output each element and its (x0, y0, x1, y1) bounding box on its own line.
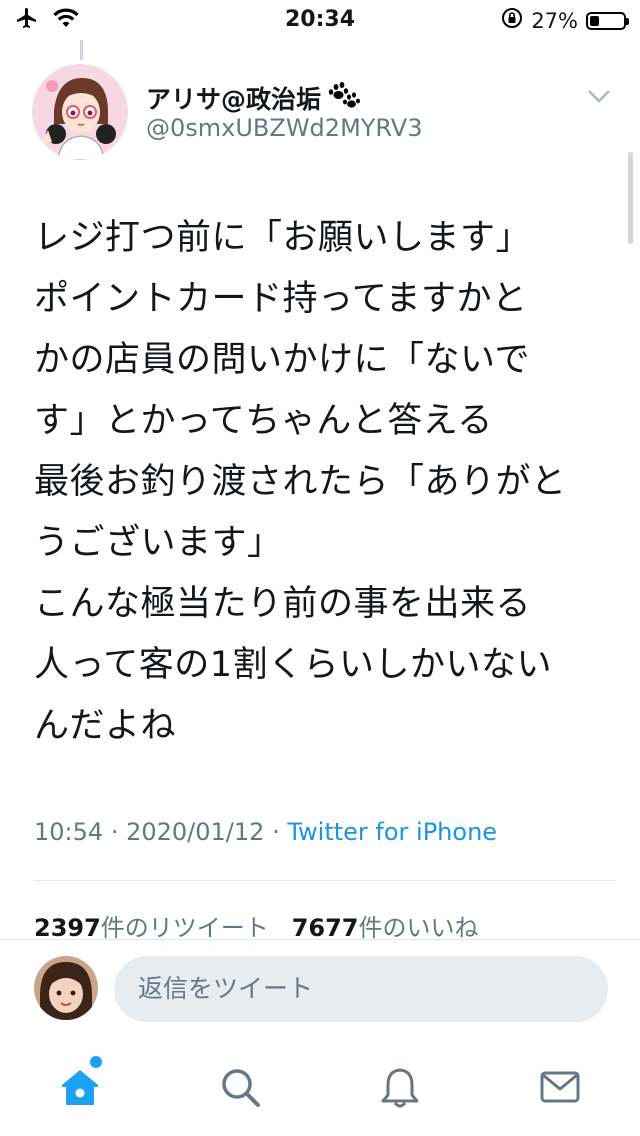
retweets-link[interactable]: 2397件のリツイート (34, 914, 269, 942)
search-icon (222, 1069, 260, 1107)
battery-percentage: 27% (531, 8, 578, 33)
orientation-lock-icon (501, 7, 523, 34)
chevron-down-icon[interactable] (586, 86, 612, 106)
battery-level (590, 15, 599, 26)
current-user-avatar[interactable] (34, 956, 98, 1020)
divider (0, 939, 640, 940)
tweet-text-line: 最後お釣り渡されたら「ありがと (34, 462, 567, 502)
retweet-count: 2397 (34, 914, 101, 942)
author-handle[interactable]: @0smxUBZWd2MYRV3 (146, 114, 422, 142)
like-label: 件のいいね (358, 914, 479, 942)
reply-placeholder: 返信をツイート (138, 974, 314, 1003)
like-count: 7677 (291, 914, 359, 942)
divider (34, 880, 616, 881)
tweet-date: 2020/01/12 (126, 818, 265, 846)
likes-link[interactable]: 7677件のいいね (292, 914, 479, 942)
meta-separator: · (272, 818, 280, 846)
meta-separator: · (110, 818, 119, 846)
tweet-time: 10:54 (34, 818, 104, 846)
tweet-text-line: うございます」 (34, 523, 283, 563)
retweet-label: 件のリツイート (100, 914, 269, 942)
author-name-text: アリサ@政治垢 (146, 85, 322, 114)
tweet-text-line: ポイントカード持ってますかと (34, 279, 528, 319)
tweet-text: レジ打つ前に「お願いします」 ポイントカード持ってますかと かの店員の問いかけに… (34, 208, 624, 757)
tweet-stats: 2397件のリツイート 7677件のいいね (34, 908, 478, 943)
tweet-text-line: 人って客の1割くらいしかいない (34, 645, 553, 685)
tweet-meta: 10:54 · 2020/01/12 · Twitter for iPhone (34, 818, 497, 846)
tab-notifications[interactable] (376, 1063, 424, 1111)
reply-input[interactable]: 返信をツイート (114, 956, 608, 1022)
tab-home[interactable] (56, 1063, 104, 1111)
tweet-text-line: んだよね (34, 706, 177, 746)
tab-search[interactable] (216, 1063, 264, 1111)
tweet-text-line: レジ打つ前に「お願いします」 (34, 218, 532, 258)
author-avatar[interactable] (32, 64, 128, 160)
paw-prints-icon (327, 81, 361, 115)
tweet-text-line: こんな極当たり前の事を出来る (34, 584, 532, 624)
notifications-icon (381, 1068, 419, 1108)
home-icon (62, 1070, 98, 1105)
thread-connector (80, 40, 83, 60)
tweet-text-line: す」とかってちゃんと答える (34, 401, 493, 441)
tweet-source-link[interactable]: Twitter for iPhone (287, 818, 497, 846)
author-name[interactable]: アリサ@政治垢 (146, 80, 361, 116)
battery-icon (586, 11, 629, 30)
scroll-indicator (628, 152, 633, 244)
tab-messages[interactable] (536, 1063, 584, 1111)
status-bar: 20:34 27% (0, 0, 640, 40)
messages-icon (540, 1071, 580, 1103)
tweet-text-line: かの店員の問いかけに「ないで (34, 340, 530, 380)
